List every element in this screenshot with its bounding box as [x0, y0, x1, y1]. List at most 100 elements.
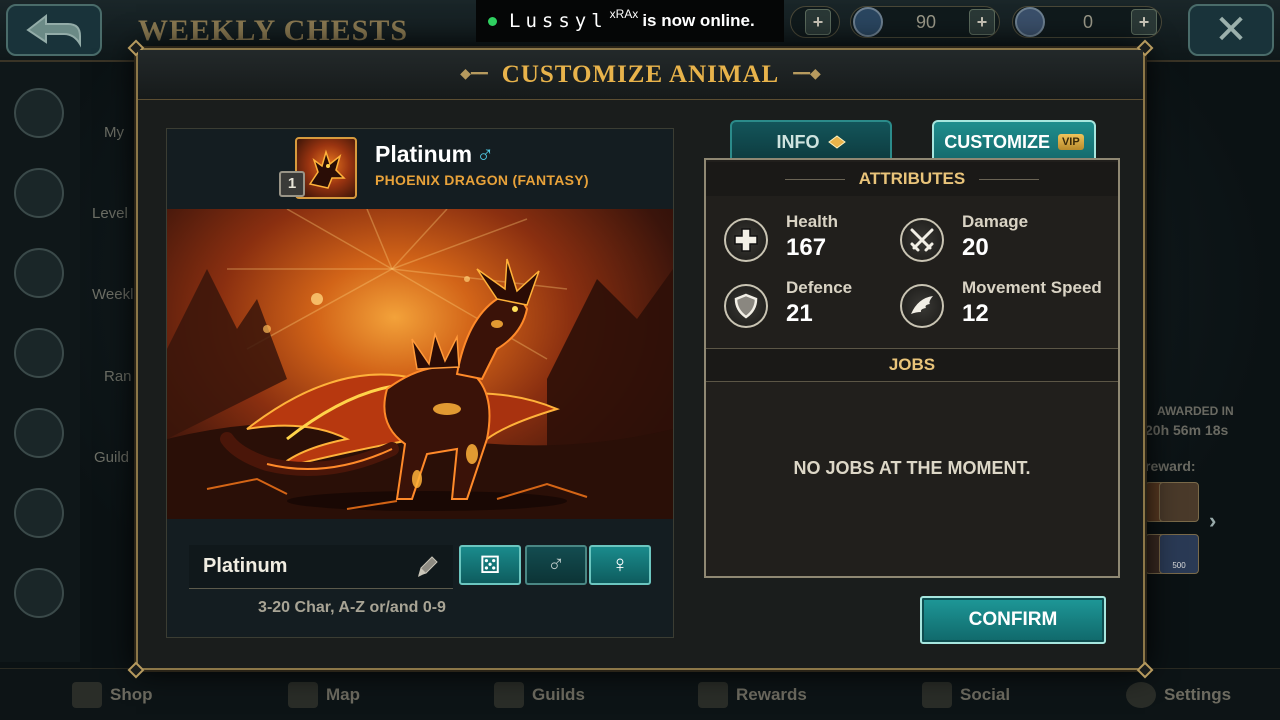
add-gems-button[interactable]: + [969, 9, 995, 35]
heading-line [784, 178, 845, 180]
nav-settings[interactable]: Settings [1126, 679, 1231, 711]
online-status-dot [488, 16, 497, 26]
reward-thumb-4-count: 500 [1172, 561, 1186, 570]
female-gender-button[interactable]: ♀ [589, 545, 651, 585]
modal-title: CUSTOMIZE ANIMAL [501, 60, 780, 88]
currency-partial: + [790, 6, 840, 38]
map-icon [288, 682, 318, 708]
animal-name-input[interactable]: Platinum [189, 545, 453, 589]
dice-icon: ⚄ [479, 552, 501, 579]
attributes-heading: ATTRIBUTES [706, 162, 1118, 196]
gem-icon [853, 7, 883, 37]
background-screen-title: WEEKLY CHESTS [138, 14, 409, 47]
phoenix-dragon-illustration [167, 209, 673, 519]
currency-gems: 90 + [850, 6, 1000, 38]
attribute-movement-speed-value: 12 [962, 300, 989, 327]
back-button[interactable] [6, 4, 102, 56]
tab-customize[interactable]: CUSTOMIZE VIP [932, 120, 1096, 162]
sidebar-icon-6[interactable] [14, 488, 64, 538]
heading-line [979, 178, 1040, 180]
jobs-heading-text: JOBS [888, 355, 936, 374]
nav-guilds[interactable]: Guilds [494, 679, 585, 711]
male-symbol-icon: ♂ [547, 551, 565, 578]
attribute-health-value: 167 [786, 234, 827, 261]
nav-map-label: Map [326, 685, 360, 704]
tab-info-label: INFO [776, 131, 820, 152]
animal-name-header: Platinum ♂ [375, 141, 494, 169]
sidebar-icon-5[interactable] [14, 408, 64, 458]
reward-label: reward: [1145, 458, 1196, 474]
awarded-in-label: AWARDED IN [1157, 404, 1234, 418]
close-button[interactable]: ✕ [1188, 4, 1274, 56]
menu-label-ranking: Ran [104, 368, 132, 385]
vip-badge: VIP [1057, 134, 1084, 150]
add-currency-button[interactable]: + [805, 9, 831, 35]
currency-gems-amount: 90 [915, 11, 937, 32]
nav-shop-label: Shop [110, 685, 153, 704]
sidebar-icon-7[interactable] [14, 568, 64, 618]
sidebar-icon-4[interactable] [14, 328, 64, 378]
nav-rewards-label: Rewards [736, 685, 807, 704]
attribute-defence-value: 21 [786, 300, 813, 327]
info-diamond-icon [827, 135, 846, 149]
chest-icon [698, 682, 728, 708]
online-user-tag: xRAx [609, 7, 639, 21]
menu-label-my: My [104, 124, 124, 141]
attributes-heading-text: ATTRIBUTES [858, 169, 966, 188]
chevron-right-icon[interactable]: › [1209, 508, 1216, 534]
female-symbol-icon: ♀ [611, 551, 629, 578]
currency-crystals-amount: 0 [1082, 11, 1093, 32]
menu-label-guild: Guild [94, 449, 130, 466]
reward-thumb-4: 500 [1159, 534, 1199, 574]
add-crystals-button[interactable]: + [1131, 9, 1157, 35]
attribute-defence: Defence 21 [724, 278, 924, 338]
tab-customize-label: CUSTOMIZE [944, 131, 1050, 152]
nav-rewards[interactable]: Rewards [698, 679, 807, 711]
sidebar-icon-3[interactable] [14, 248, 64, 298]
attribute-defence-label: Defence [786, 278, 853, 297]
confirm-button[interactable]: CONFIRM [920, 596, 1106, 644]
people-icon [922, 682, 952, 708]
sidebar-icon-1[interactable] [14, 88, 64, 138]
crossed-swords-icon [900, 218, 944, 262]
male-gender-button[interactable]: ♂ [525, 545, 587, 585]
reward-thumb-2 [1159, 482, 1199, 522]
award-timer: 20h 56m 18s [1145, 422, 1229, 438]
guild-shield-icon [494, 682, 524, 708]
gear-icon [1126, 682, 1156, 708]
no-jobs-message: NO JOBS AT THE MOMENT. [793, 458, 1031, 478]
animal-card: 1 Platinum ♂ PHOENIX DRAGON (FANTASY) Pl… [166, 128, 674, 638]
attribute-damage-label: Damage [962, 212, 1029, 231]
nav-settings-label: Settings [1164, 685, 1232, 704]
attribute-health-label: Health [786, 212, 838, 231]
menu-label-level: Level [92, 205, 128, 222]
back-arrow-icon [26, 13, 81, 48]
animal-name-input-value: Platinum [203, 555, 288, 577]
animal-breed: PHOENIX DRAGON (FANTASY) [375, 172, 589, 188]
attribute-damage: Damage 20 [900, 212, 1100, 272]
crystal-icon [1015, 7, 1045, 37]
nav-map[interactable]: Map [288, 679, 360, 711]
nav-social[interactable]: Social [922, 679, 1010, 711]
pencil-edit-icon[interactable] [413, 553, 441, 581]
title-ornament-right: ━━◆ [793, 67, 821, 82]
animal-name-text: Platinum [375, 141, 473, 167]
tab-info[interactable]: INFO [730, 120, 892, 162]
nav-social-label: Social [960, 685, 1011, 704]
attribute-health: Health 167 [724, 212, 924, 272]
online-notification: Lussyl xRAx is now online. [476, 0, 784, 42]
background-sidebar [0, 62, 80, 662]
male-gender-icon: ♂ [476, 141, 495, 168]
attribute-movement-speed: Movement Speed 12 [900, 278, 1102, 338]
bottom-nav: Shop Map Guilds Rewards Social Settings [0, 668, 1280, 720]
wing-icon [900, 284, 944, 328]
sidebar-icon-2[interactable] [14, 168, 64, 218]
online-message: is now online. [642, 11, 755, 30]
attributes-panel: ATTRIBUTES Health 167 Damage 20 Defence … [704, 158, 1120, 578]
background-right-panel: AWARDED IN 20h 56m 18s reward: 500 › [1145, 62, 1280, 662]
dragon-preview [167, 209, 673, 519]
nav-guilds-label: Guilds [532, 685, 585, 704]
nav-shop[interactable]: Shop [72, 679, 153, 711]
random-name-button[interactable]: ⚄ [459, 545, 521, 585]
online-user-name: Lussyl [509, 10, 608, 32]
